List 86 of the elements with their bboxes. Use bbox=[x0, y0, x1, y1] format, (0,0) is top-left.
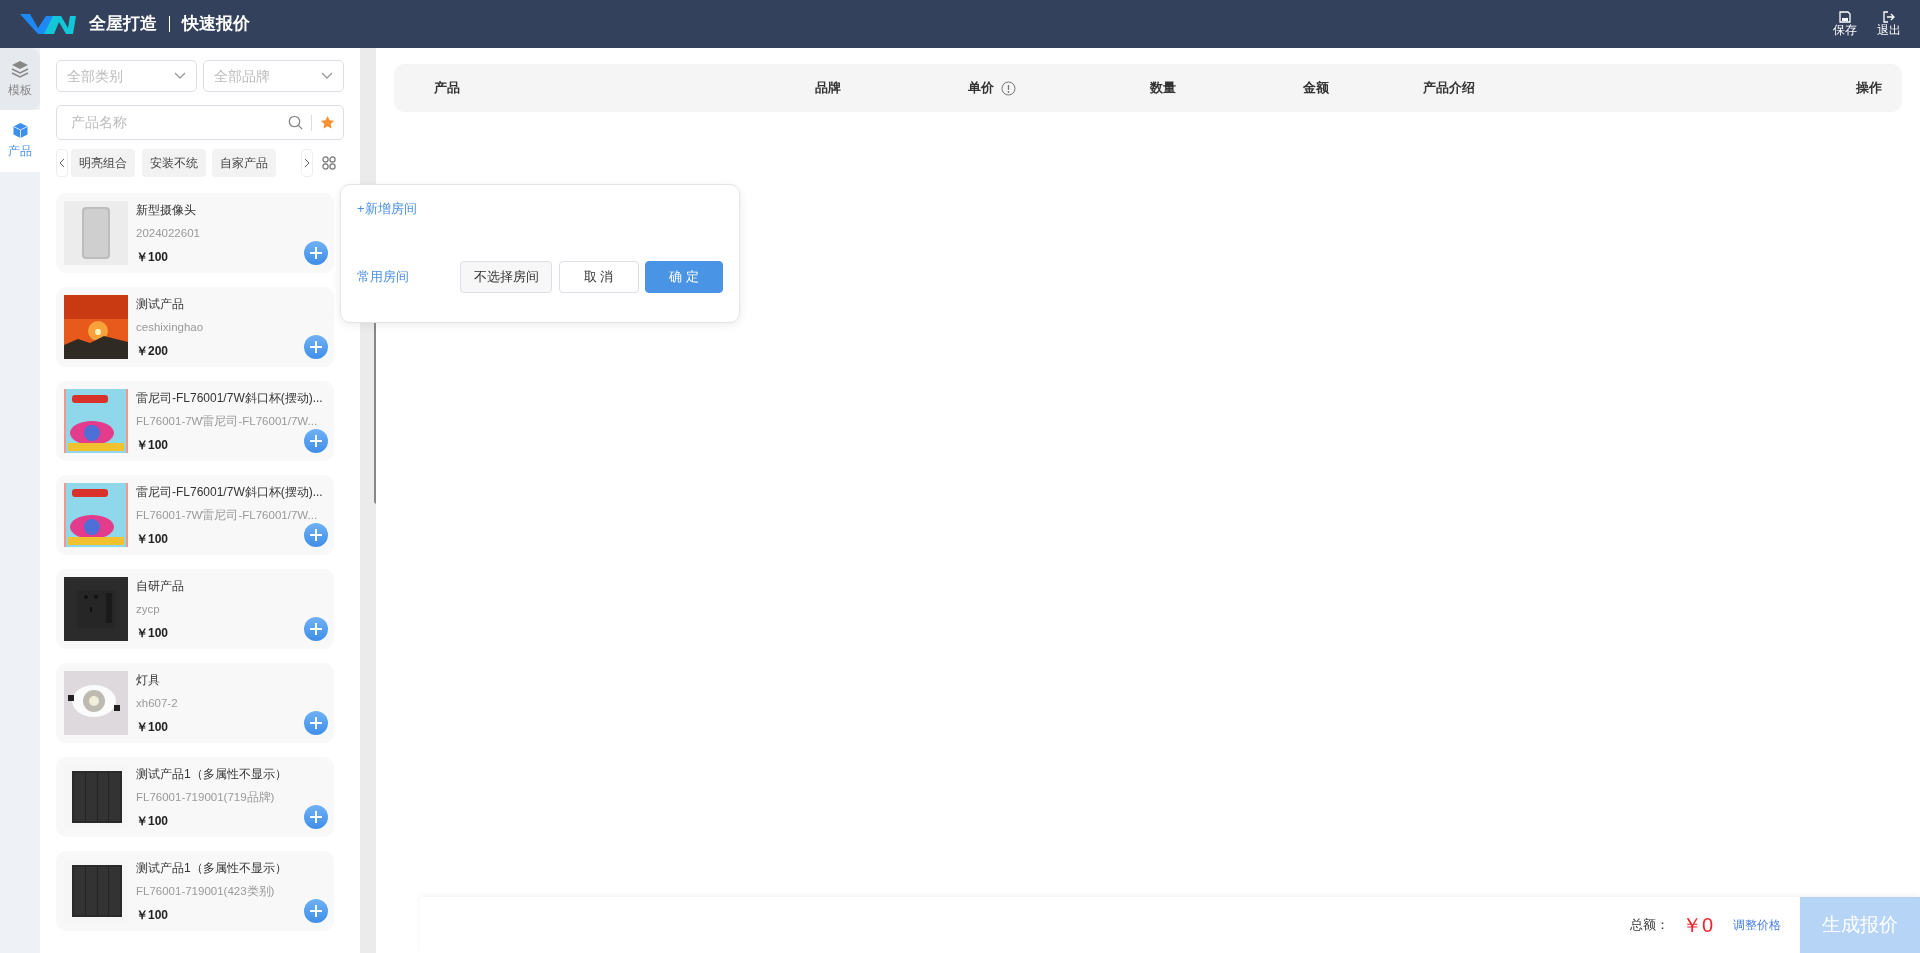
scroll-left-button[interactable] bbox=[56, 148, 68, 177]
product-model: 2024022601 bbox=[136, 225, 200, 241]
page-title: 快速报价 bbox=[181, 13, 250, 36]
column-header[interactable]: 数量 bbox=[1150, 78, 1176, 98]
product-price: ￥100 bbox=[136, 718, 169, 736]
product-card[interactable]: 新型摄像头 2024022601 ￥100 bbox=[56, 192, 334, 273]
product-price: ￥200 bbox=[136, 342, 169, 360]
chevron-down-icon bbox=[321, 72, 333, 80]
product-name: 新型摄像头 bbox=[136, 201, 196, 219]
column-header[interactable]: 金额 bbox=[1303, 78, 1329, 98]
save-icon bbox=[1839, 10, 1851, 23]
product-price: ￥100 bbox=[136, 624, 169, 642]
search-field[interactable]: 产品名称 bbox=[56, 105, 344, 140]
product-card[interactable]: 灯具 xh607-2 ￥100 bbox=[56, 662, 334, 743]
cancel-button[interactable]: 取 消 bbox=[558, 260, 639, 293]
product-price: ￥100 bbox=[136, 906, 169, 924]
product-model: FL76001-7W雷尼司-FL76001/7W... bbox=[136, 413, 318, 429]
product-card[interactable]: 雷尼司-FL76001/7W斜口杯(摆动)... FL76001-7W雷尼司-FL76001/7W... ￥100 bbox=[56, 474, 334, 555]
product-price: ￥100 bbox=[136, 248, 169, 266]
product-model: ceshixinghao bbox=[136, 319, 204, 335]
plus-icon bbox=[310, 904, 322, 917]
column-header[interactable]: 产品 bbox=[434, 78, 460, 98]
total-label: 总额： bbox=[1629, 916, 1669, 935]
product-price: ￥100 bbox=[136, 530, 169, 548]
column-header[interactable]: 操作 bbox=[1856, 78, 1882, 98]
chevron-down-icon bbox=[173, 72, 186, 80]
exit-icon bbox=[1882, 10, 1895, 23]
column-header[interactable]: 单价 bbox=[968, 78, 994, 98]
tag-chip[interactable]: 自家产品 bbox=[212, 148, 277, 177]
product-name: 灯具 bbox=[136, 671, 160, 689]
product-card[interactable]: 测试产品1（多属性不显示） FL76001-719001(423类别) ￥100 bbox=[56, 850, 334, 931]
star-icon[interactable] bbox=[320, 115, 335, 130]
tag-chip[interactable]: 明亮组合 bbox=[71, 148, 136, 177]
product-model: FL76001-719001(719品牌) bbox=[136, 789, 275, 805]
product-model: xh607-2 bbox=[136, 695, 178, 711]
product-card[interactable]: 雷尼司-FL76001/7W斜口杯(摆动)... FL76001-7W雷尼司-FL76001/7W... ￥100 bbox=[56, 380, 334, 461]
adjust-price-link[interactable]: 调整价格 bbox=[1732, 916, 1781, 934]
product-price: ￥100 bbox=[136, 812, 169, 830]
add-room-link[interactable]: +新增房间 bbox=[357, 199, 417, 219]
product-name: 测试产品1（多属性不显示） bbox=[136, 859, 287, 877]
add-button[interactable] bbox=[304, 522, 328, 547]
chevron-left-icon bbox=[59, 157, 65, 168]
common-rooms-link[interactable]: 常用房间 bbox=[357, 266, 409, 287]
app-title: 全屋打造 bbox=[88, 13, 157, 36]
product-name: 雷尼司-FL76001/7W斜口杯(摆动)... bbox=[136, 389, 323, 407]
plus-icon bbox=[310, 622, 322, 635]
grid-icon[interactable] bbox=[322, 155, 337, 170]
plus-icon bbox=[310, 434, 322, 447]
plus-icon bbox=[310, 340, 322, 353]
no-room-button[interactable]: 不选择房间 bbox=[460, 260, 552, 293]
product-model: zycp bbox=[136, 601, 160, 617]
info-icon[interactable] bbox=[1000, 80, 1016, 96]
product-card[interactable]: 自研产品 zycp ￥100 bbox=[56, 568, 334, 649]
add-button[interactable] bbox=[304, 334, 328, 359]
column-header[interactable]: 产品介绍 bbox=[1423, 78, 1475, 98]
add-button[interactable] bbox=[304, 710, 328, 735]
scroll-right-button[interactable] bbox=[300, 148, 313, 177]
save-button[interactable]: 保存 bbox=[1833, 10, 1857, 38]
plus-icon bbox=[310, 716, 322, 729]
add-button[interactable] bbox=[304, 804, 328, 829]
plus-icon bbox=[310, 528, 322, 541]
product-model: FL76001-719001(423类别) bbox=[136, 883, 275, 899]
product-card[interactable]: 测试产品 ceshixinghao ￥200 bbox=[56, 286, 334, 367]
plus-icon bbox=[310, 246, 322, 259]
add-button[interactable] bbox=[304, 616, 328, 641]
rail-tab[interactable]: 产品 bbox=[0, 110, 40, 172]
layers-icon bbox=[11, 59, 29, 78]
tag-chip[interactable]: 安装不统 bbox=[141, 148, 206, 177]
product-name: 测试产品 bbox=[136, 295, 184, 313]
product-name: 雷尼司-FL76001/7W斜口杯(摆动)... bbox=[136, 483, 323, 501]
add-button[interactable] bbox=[304, 240, 328, 265]
logo-icon bbox=[19, 12, 76, 36]
column-header[interactable]: 品牌 bbox=[815, 78, 841, 98]
product-model: FL76001-7W雷尼司-FL76001/7W... bbox=[136, 507, 318, 523]
search-icon[interactable] bbox=[288, 115, 303, 130]
exit-button[interactable]: 退出 bbox=[1876, 10, 1901, 38]
cube-icon bbox=[11, 122, 29, 139]
add-button[interactable] bbox=[304, 428, 328, 453]
add-button[interactable] bbox=[304, 898, 328, 923]
product-price: ￥100 bbox=[136, 436, 169, 454]
product-card[interactable]: 测试产品1（多属性不显示） FL76001-719001(719品牌) ￥100 bbox=[56, 756, 334, 837]
product-name: 自研产品 bbox=[136, 577, 184, 595]
chevron-right-icon bbox=[303, 157, 310, 168]
product-name: 测试产品1（多属性不显示） bbox=[136, 765, 287, 783]
plus-icon bbox=[310, 810, 322, 823]
total-amount: ￥0 bbox=[1681, 913, 1713, 938]
